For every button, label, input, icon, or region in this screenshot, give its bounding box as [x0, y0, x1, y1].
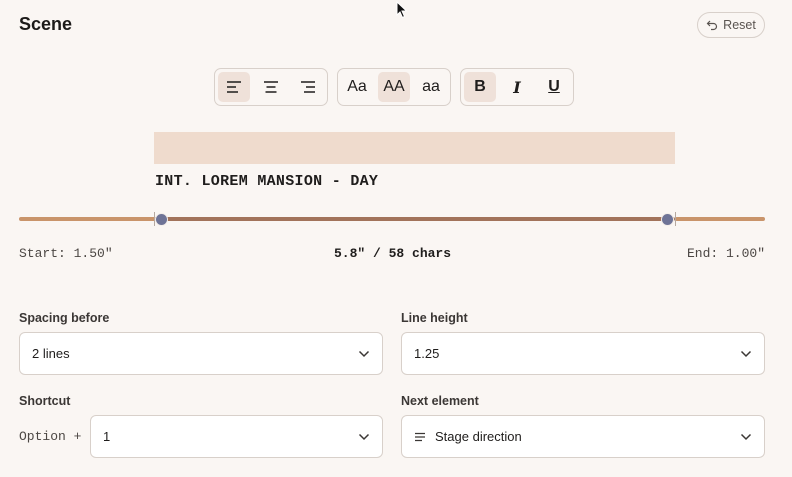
start-margin-readout: Start: 1.50" [19, 246, 113, 261]
bold-button[interactable]: B [464, 72, 496, 102]
spacing-before-label: Spacing before [19, 311, 110, 325]
chevron-down-icon [740, 350, 752, 357]
italic-button[interactable]: I [501, 72, 533, 102]
line-height-value: 1.25 [414, 346, 440, 361]
start-margin-handle[interactable] [155, 213, 168, 226]
margin-track-active[interactable] [157, 217, 675, 221]
align-center-icon [264, 81, 278, 93]
preview-text: INT. LOREM MANSION - DAY [155, 173, 379, 190]
underline-button[interactable]: U [538, 72, 570, 102]
shortcut-label: Shortcut [19, 394, 71, 408]
shortcut-prefix: Option + [19, 429, 82, 444]
mouse-cursor-icon [396, 1, 408, 19]
shortcut-select[interactable]: 1 [90, 415, 383, 458]
style-group: B I U [460, 68, 574, 106]
width-readout: 5.8" / 58 chars [334, 246, 452, 261]
line-height-select[interactable]: 1.25 [401, 332, 765, 375]
chevron-down-icon [740, 433, 752, 440]
next-element-select[interactable]: Stage direction [401, 415, 765, 458]
case-upper-button[interactable]: AA [378, 72, 410, 102]
align-right-icon [301, 81, 315, 93]
margin-track-right[interactable] [675, 217, 765, 221]
undo-icon [706, 20, 718, 31]
shortcut-value: 1 [103, 429, 111, 444]
margin-track-left[interactable] [19, 217, 157, 221]
alignment-group [214, 68, 328, 106]
line-height-label: Line height [401, 311, 468, 325]
format-toolbar: Aa AA aa B I U [214, 68, 574, 106]
end-tick [675, 212, 676, 226]
spacing-before-select[interactable]: 2 lines [19, 332, 383, 375]
align-left-icon [227, 81, 241, 93]
end-margin-handle[interactable] [661, 213, 674, 226]
align-left-button[interactable] [218, 72, 250, 102]
text-lines-icon [415, 432, 425, 441]
reset-label: Reset [723, 18, 756, 32]
next-element-label: Next element [401, 394, 479, 408]
chevron-down-icon [358, 350, 370, 357]
case-title-button[interactable]: Aa [341, 72, 373, 102]
end-margin-readout: End: 1.00" [686, 246, 765, 261]
reset-button[interactable]: Reset [697, 12, 765, 38]
preview-spacing-band [154, 132, 675, 164]
case-lower-button[interactable]: aa [415, 72, 447, 102]
next-element-value: Stage direction [435, 429, 522, 444]
align-right-button[interactable] [292, 72, 324, 102]
spacing-before-value: 2 lines [32, 346, 70, 361]
chevron-down-icon [358, 433, 370, 440]
case-group: Aa AA aa [337, 68, 451, 106]
align-center-button[interactable] [255, 72, 287, 102]
page-title: Scene [19, 14, 73, 34]
